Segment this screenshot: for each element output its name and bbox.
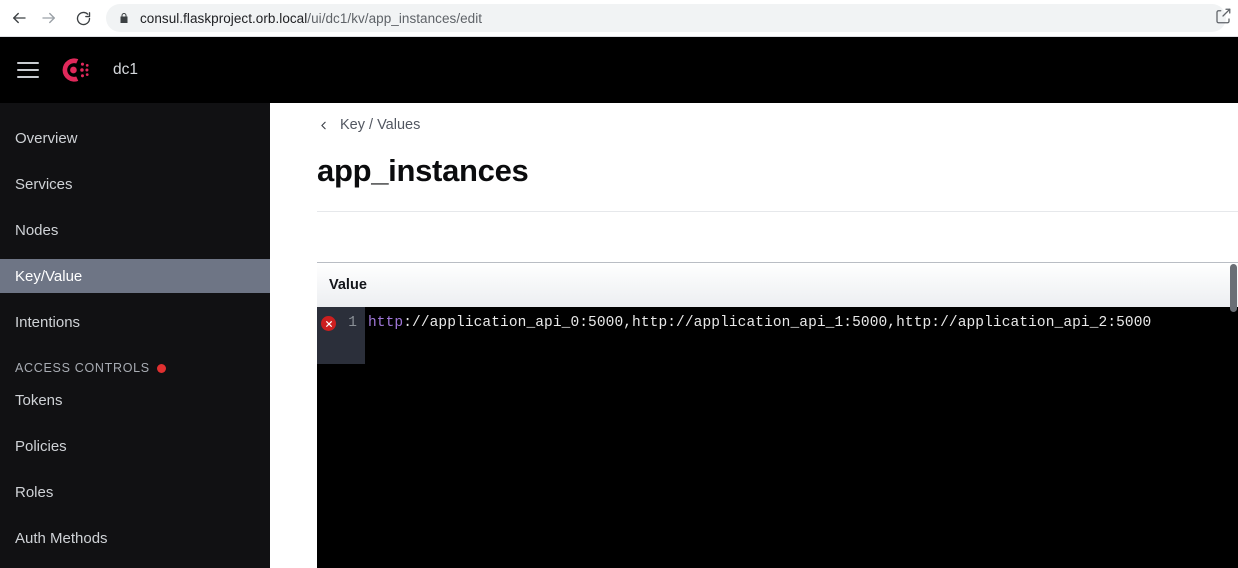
url-path: /ui/dc1/kv/app_instances/edit <box>307 10 483 26</box>
sidebar-section-access-controls: ACCESS CONTROLS <box>0 353 270 383</box>
app-header: dc1 <box>0 37 1238 103</box>
sidebar-item-roles[interactable]: Roles <box>0 475 270 509</box>
arrow-left-icon <box>10 9 28 27</box>
sidebar-item-label: Auth Methods <box>15 529 108 547</box>
code-rest: ://application_api_0:5000,http://applica… <box>403 315 1152 331</box>
scrollbar-thumb[interactable] <box>1230 264 1237 312</box>
hamburger-menu-icon[interactable] <box>17 62 39 78</box>
sidebar-item-services[interactable]: Services <box>0 167 270 201</box>
sidebar-item-label: Intentions <box>15 313 81 331</box>
datacenter-selector[interactable]: dc1 <box>113 61 138 79</box>
consul-logo-icon[interactable] <box>55 51 93 89</box>
sidebar-item-overview[interactable]: Overview <box>0 121 270 155</box>
lock-icon <box>118 11 130 25</box>
breadcrumb[interactable]: Key / Values <box>317 117 1238 133</box>
sidebar-item-label: Roles <box>15 483 54 501</box>
breadcrumb-label: Key / Values <box>340 117 421 133</box>
share-icon <box>1214 8 1232 29</box>
editor-header-label: Value <box>329 277 367 293</box>
url-text: consul.flaskproject.orb.local/ui/dc1/kv/… <box>140 11 482 26</box>
sidebar: Overview Services Nodes Key/Value Intent… <box>0 103 270 568</box>
main-content: Key / Values app_instances Value 1 http:… <box>270 103 1238 568</box>
browser-toolbar: consul.flaskproject.orb.local/ui/dc1/kv/… <box>0 0 1238 37</box>
back-button[interactable] <box>4 3 34 33</box>
page-title: app_instances <box>317 153 529 188</box>
editor-scrollbar[interactable] <box>1229 262 1238 568</box>
sidebar-item-label: Overview <box>15 129 78 147</box>
share-button[interactable] <box>1214 7 1238 31</box>
url-host: consul.flaskproject.orb.local <box>140 10 308 26</box>
title-divider <box>317 211 1238 212</box>
address-bar[interactable]: consul.flaskproject.orb.local/ui/dc1/kv/… <box>106 4 1226 32</box>
alert-dot-icon <box>156 363 166 373</box>
arrow-right-icon <box>40 9 58 27</box>
editor-body[interactable]: 1 http://application_api_0:5000,http://a… <box>317 307 1238 568</box>
sidebar-item-label: Key/Value <box>15 267 83 285</box>
sidebar-item-key-value[interactable]: Key/Value <box>0 259 270 293</box>
line-number: 1 <box>348 315 357 331</box>
chevron-left-icon <box>317 119 330 132</box>
sidebar-item-nodes[interactable]: Nodes <box>0 213 270 247</box>
sidebar-item-intentions[interactable]: Intentions <box>0 305 270 339</box>
value-editor: Value 1 http://application_api_0:5000,ht… <box>317 262 1238 568</box>
reload-icon <box>75 10 92 27</box>
error-x-icon[interactable] <box>321 316 336 331</box>
code-line[interactable]: http://application_api_0:5000,http://app… <box>368 315 1151 331</box>
sidebar-item-label: Tokens <box>15 391 63 409</box>
code-keyword: http <box>368 315 404 331</box>
editor-header: Value <box>317 262 1238 307</box>
forward-button[interactable] <box>34 3 64 33</box>
reload-button[interactable] <box>68 3 98 33</box>
sidebar-section-label: ACCESS CONTROLS <box>15 361 150 375</box>
sidebar-item-policies[interactable]: Policies <box>0 429 270 463</box>
sidebar-item-tokens[interactable]: Tokens <box>0 383 270 417</box>
sidebar-item-label: Nodes <box>15 221 59 239</box>
sidebar-item-auth-methods[interactable]: Auth Methods <box>0 521 270 555</box>
sidebar-item-label: Services <box>15 175 73 193</box>
sidebar-item-label: Policies <box>15 437 67 455</box>
editor-gutter <box>317 307 365 364</box>
